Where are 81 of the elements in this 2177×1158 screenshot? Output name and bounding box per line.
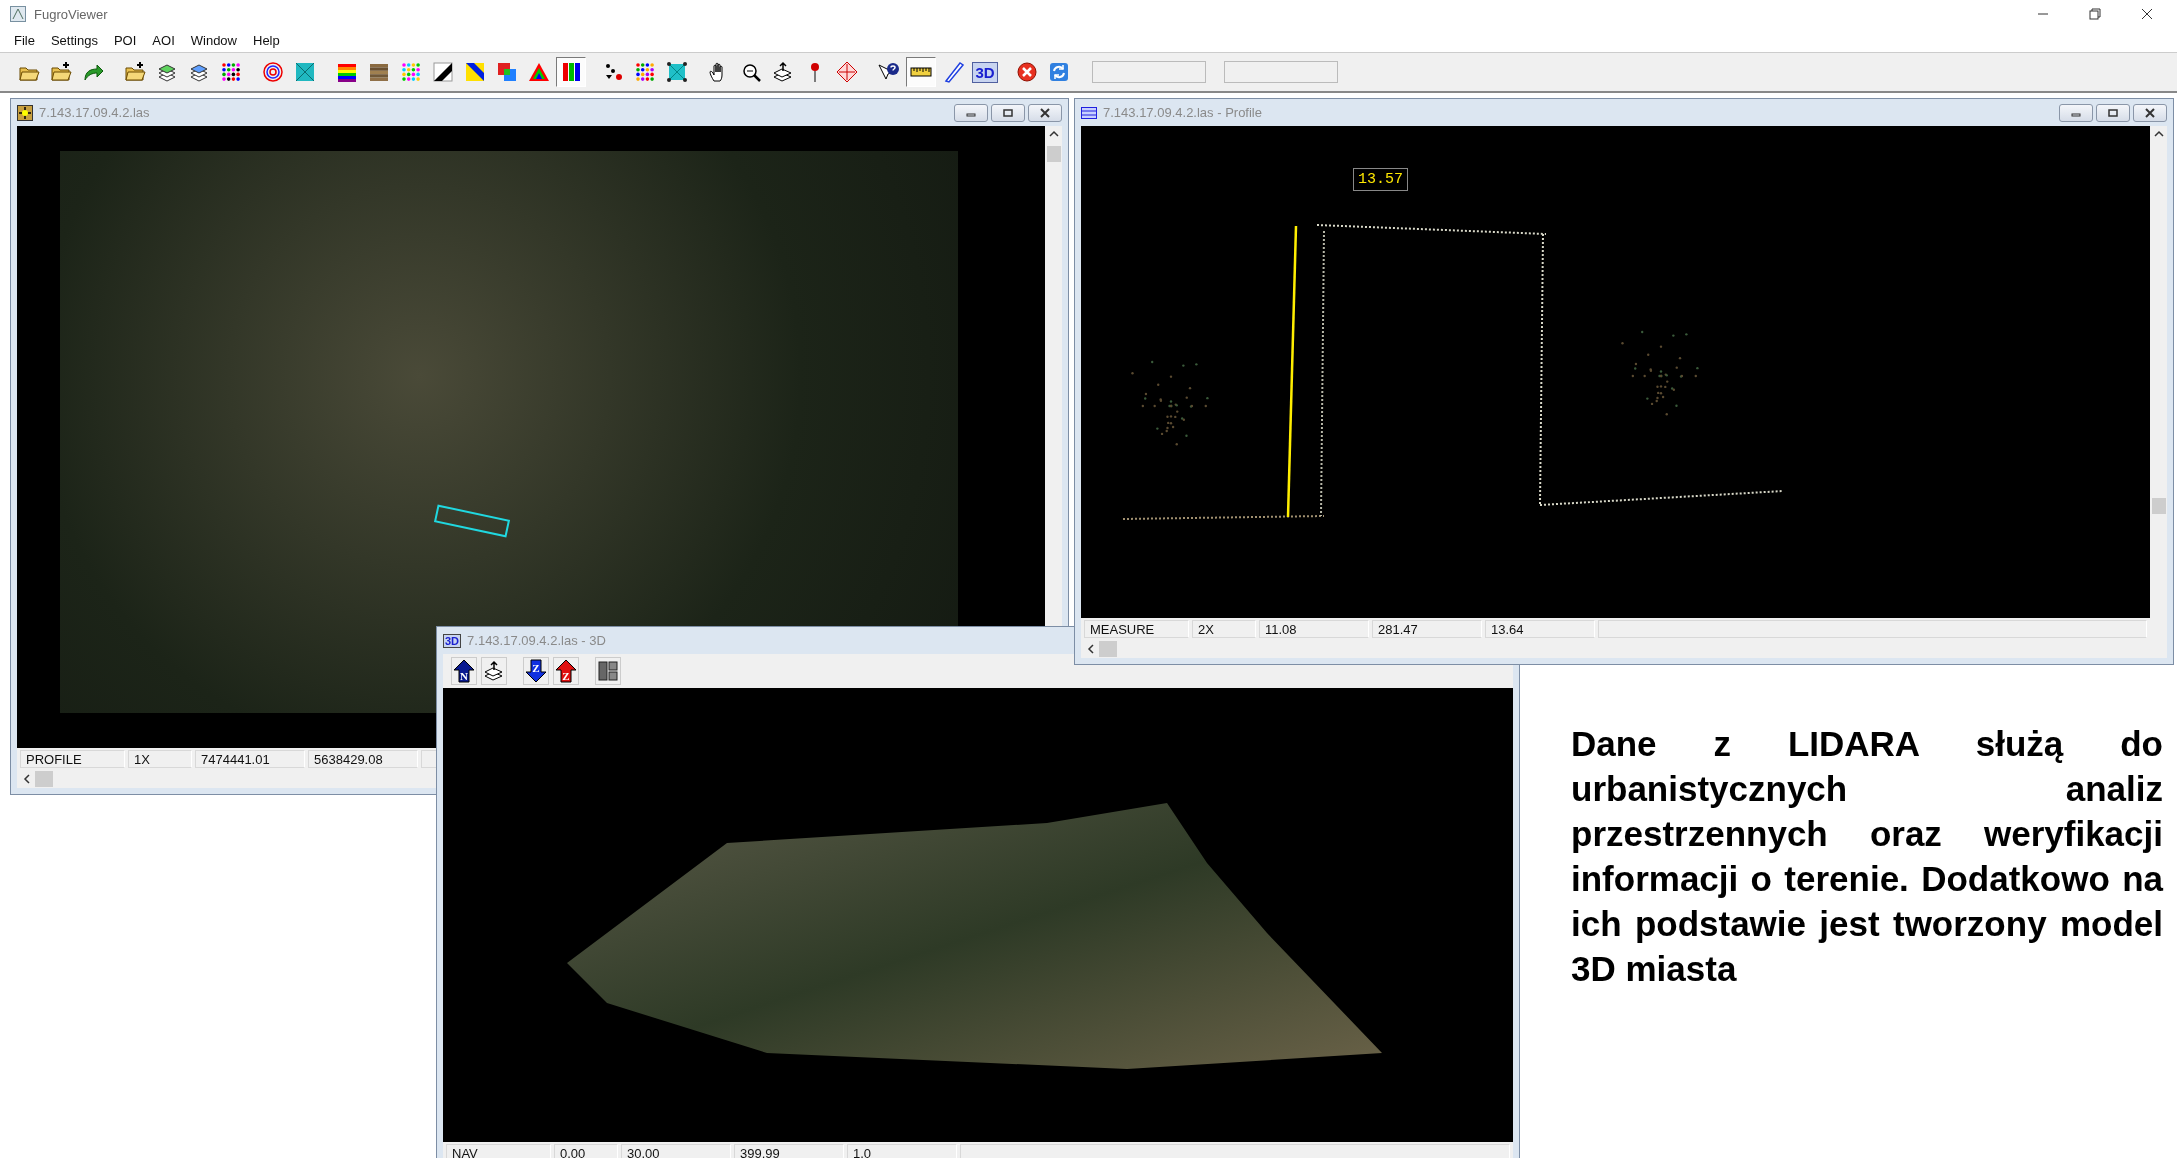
folder-add-icon (50, 61, 72, 83)
status-cell: MEASURE (1084, 620, 1189, 638)
restore-icon[interactable] (2089, 8, 2101, 20)
diagonal-color-icon (464, 61, 486, 83)
scroll-up-icon[interactable] (2153, 130, 2164, 138)
status-cell: 7474441.01 (195, 750, 305, 768)
status-cell: 11.08 (1259, 620, 1369, 638)
status-cell: 13.64 (1485, 620, 1595, 638)
map-window-icon (17, 104, 33, 121)
ruler-tool-button[interactable] (906, 57, 936, 87)
dot-grid-icon (220, 61, 242, 83)
menu-item[interactable]: Help (245, 30, 288, 50)
z-down-button[interactable]: Z (523, 657, 549, 685)
pencil-icon (942, 61, 964, 83)
menu-item[interactable]: File (6, 30, 43, 50)
close-icon[interactable] (2141, 8, 2153, 20)
status-cell: 399.99 (734, 1144, 844, 1158)
layout-button[interactable] (595, 657, 621, 685)
close-icon (1039, 107, 1051, 118)
app-title: FugroViewer (34, 6, 108, 22)
corner-dots-square-icon (666, 61, 688, 83)
pyramid-icon (294, 61, 316, 83)
window-title: 7.143.17.09.4.2.las - 3D (467, 633, 606, 648)
3d-window-icon: 3D (443, 633, 462, 648)
close-circle-icon (1016, 61, 1038, 83)
menu-item[interactable]: AOI (144, 30, 183, 50)
profile-selection[interactable] (433, 504, 511, 538)
close-button[interactable] (2133, 103, 2167, 122)
contour-rings-icon (262, 61, 284, 83)
measurement-label: 13.57 (1353, 168, 1408, 191)
folder-add-icon (124, 61, 146, 83)
profile-window-icon (1081, 106, 1097, 119)
scrollbar-thumb[interactable] (35, 771, 53, 787)
status-cell: NAV (446, 1144, 551, 1158)
status-cell: 281.47 (1372, 620, 1482, 638)
minimize-button[interactable] (2059, 103, 2093, 122)
caption-paragraph: Dane z LIDARA służą do urbanistycznych analiz przestrzennych oraz weryfikacji informacji o terenie. Dodatkowo na ich podstawie jest tworzony model 3D miasta (1571, 723, 2163, 990)
toolbar-field[interactable] (1092, 61, 1206, 83)
app-icon (10, 6, 26, 22)
dot-grid-icon (634, 61, 656, 83)
layers-arrow-icon (772, 61, 794, 83)
layers-up-button[interactable] (481, 657, 507, 685)
color-bars-icon (560, 61, 582, 83)
color-bars-tool-button[interactable] (556, 57, 586, 87)
color-dots-icon (400, 61, 422, 83)
refresh-icon (1048, 61, 1070, 83)
restore-icon (1002, 107, 1014, 118)
scrollbar-thumb[interactable] (1046, 146, 1061, 162)
zoom-icon (740, 61, 762, 83)
north-view-button[interactable]: N (451, 657, 477, 685)
menu-item[interactable]: POI (105, 30, 145, 50)
status-cell: 30.00 (621, 1144, 731, 1158)
status-cell: 0.00 (554, 1144, 618, 1158)
crosshair-diamond-icon (836, 61, 858, 83)
status-cell: 1X (128, 750, 192, 768)
restore-icon (2107, 107, 2119, 118)
status-cell: 1.0 (847, 1144, 957, 1158)
close-icon (2144, 107, 2156, 118)
menu-item[interactable]: Settings (42, 30, 106, 50)
maximize-button[interactable] (991, 103, 1025, 122)
status-cell: PROFILE (20, 750, 125, 768)
stripes-texture-icon (368, 61, 390, 83)
scrollbar-thumb[interactable] (1099, 641, 1117, 657)
window-title: 7.143.17.09.4.2.las - Profile (1103, 105, 1262, 120)
scroll-left-icon[interactable] (1087, 644, 1095, 654)
scroll-left-icon[interactable] (23, 774, 31, 784)
maximize-button[interactable] (2096, 103, 2130, 122)
scrollbar-thumb[interactable] (2151, 498, 2166, 514)
rainbow-triangle-icon (528, 61, 550, 83)
scroll-up-icon[interactable] (1048, 130, 1059, 138)
overlapping-squares-icon (496, 61, 518, 83)
toolbar-field[interactable] (1224, 61, 1338, 83)
minimize-button[interactable] (954, 103, 988, 122)
close-button[interactable] (1028, 103, 1062, 122)
window-title: 7.143.17.09.4.2.las (39, 105, 150, 120)
z-up-button[interactable]: Z (553, 657, 579, 685)
menu-item[interactable]: Window (182, 30, 245, 50)
diagonal-gradient-icon (432, 61, 454, 83)
status-cell: 5638429.08 (308, 750, 418, 768)
status-cell: 2X (1192, 620, 1256, 638)
color-stripes-icon (336, 61, 358, 83)
